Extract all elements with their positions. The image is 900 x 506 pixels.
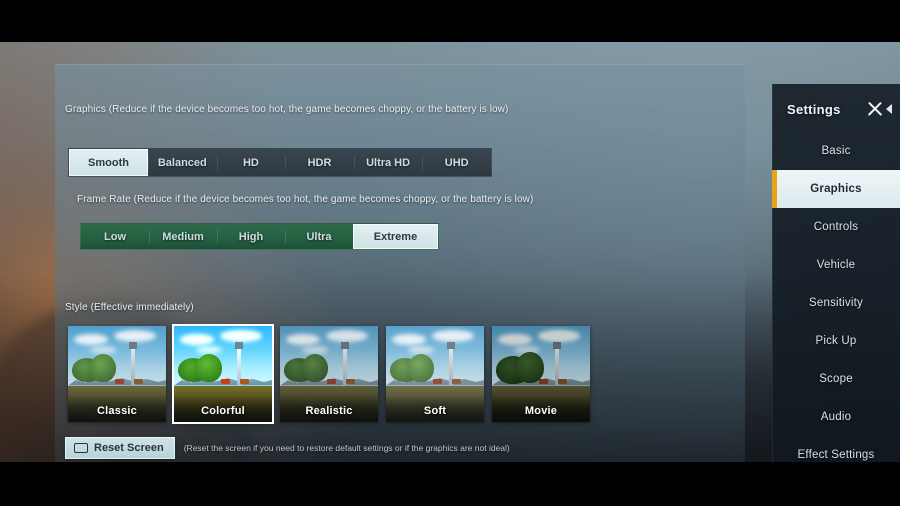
settings-panel: Graphics (Reduce if the device becomes t… [55, 64, 745, 462]
sidebar-item-label: Vehicle [816, 259, 856, 271]
sidebar-item-label: Basic [821, 145, 851, 157]
sidebar-item-pick-up[interactable]: Pick Up [772, 322, 900, 360]
settings-sidebar: Settings Basic Graphics Controls Vehicle… [772, 84, 900, 462]
sidebar-item-label: Effect Settings [797, 449, 875, 461]
frame-rate-option-low[interactable]: Low [81, 224, 149, 249]
graphics-section-label: Graphics (Reduce if the device becomes t… [65, 104, 509, 115]
close-x-icon [867, 101, 884, 118]
reset-screen-button-label: Reset Screen [94, 442, 164, 454]
sidebar-item-label: Audio [820, 411, 852, 423]
graphics-option-balanced[interactable]: Balanced [148, 149, 217, 176]
sidebar-item-vehicle[interactable]: Vehicle [772, 246, 900, 284]
style-thumbnail-movie[interactable]: Movie [492, 326, 590, 422]
style-section: Style (Effective immediately) [65, 302, 194, 313]
selection-corner-icon [174, 326, 181, 333]
graphics-option-smooth[interactable]: Smooth [69, 149, 148, 176]
style-thumbnail-label: Classic [68, 396, 166, 422]
sidebar-item-graphics[interactable]: Graphics [772, 170, 900, 208]
screenshot-root: Graphics (Reduce if the device becomes t… [0, 0, 900, 506]
style-thumbnail-realistic[interactable]: Realistic [280, 326, 378, 422]
letterbox-bottom [0, 462, 900, 506]
graphics-option-ultra-hd[interactable]: Ultra HD [353, 149, 423, 176]
sidebar-item-effect-settings[interactable]: Effect Settings [772, 436, 900, 462]
style-thumbnail-colorful[interactable]: Colorful [174, 326, 272, 422]
sidebar-header: Settings [772, 92, 900, 126]
graphics-option-hd[interactable]: HD [216, 149, 286, 176]
selection-corner-icon [174, 415, 181, 422]
triangle-right-icon [885, 104, 892, 114]
style-thumbnail-list: Classic Colorful Realistic Soft Movie [68, 326, 590, 422]
selection-corner-icon [265, 415, 272, 422]
frame-rate-option-medium[interactable]: Medium [149, 224, 217, 249]
sidebar-item-label: Graphics [810, 183, 862, 195]
frame-rate-section: Frame Rate (Reduce if the device becomes… [77, 194, 533, 205]
style-thumbnail-classic[interactable]: Classic [68, 326, 166, 422]
sidebar-item-basic[interactable]: Basic [772, 132, 900, 170]
reset-screen-button[interactable]: Reset Screen [65, 437, 175, 459]
frame-rate-segmented-control[interactable]: Low Medium High Ultra Extreme [80, 223, 439, 250]
selection-corner-icon [265, 326, 272, 333]
frame-rate-option-ultra[interactable]: Ultra [285, 224, 353, 249]
sidebar-menu: Basic Graphics Controls Vehicle Sensitiv… [772, 132, 900, 462]
graphics-quality-segmented-control[interactable]: Smooth Balanced HD HDR Ultra HD UHD [68, 148, 492, 177]
reset-screen-row: Reset Screen (Reset the screen if you ne… [65, 437, 510, 459]
monitor-icon [74, 443, 88, 453]
style-thumbnail-soft[interactable]: Soft [386, 326, 484, 422]
style-thumbnail-label: Colorful [174, 396, 272, 422]
reset-screen-hint: (Reset the screen if you need to restore… [183, 443, 510, 453]
style-section-label: Style (Effective immediately) [65, 302, 194, 313]
graphics-option-hdr[interactable]: HDR [285, 149, 354, 176]
graphics-option-uhd[interactable]: UHD [422, 149, 491, 176]
style-thumbnail-label: Movie [492, 396, 590, 422]
sidebar-item-audio[interactable]: Audio [772, 398, 900, 436]
frame-rate-section-label: Frame Rate (Reduce if the device becomes… [77, 194, 534, 205]
frame-rate-option-high[interactable]: High [217, 224, 285, 249]
graphics-section: Graphics (Reduce if the device becomes t… [65, 104, 508, 115]
sidebar-item-controls[interactable]: Controls [772, 208, 900, 246]
sidebar-item-sensitivity[interactable]: Sensitivity [772, 284, 900, 322]
style-thumbnail-label: Realistic [280, 396, 378, 422]
close-settings-button[interactable] [867, 101, 892, 118]
letterbox-top [0, 0, 900, 42]
sidebar-item-label: Pick Up [815, 335, 857, 347]
sidebar-item-label: Controls [813, 221, 859, 233]
sidebar-title: Settings [787, 101, 841, 117]
sidebar-item-scope[interactable]: Scope [772, 360, 900, 398]
frame-rate-option-extreme[interactable]: Extreme [353, 224, 438, 249]
style-thumbnail-label: Soft [386, 396, 484, 422]
game-viewport: Graphics (Reduce if the device becomes t… [0, 42, 900, 462]
sidebar-item-label: Sensitivity [809, 297, 863, 309]
sidebar-item-label: Scope [819, 373, 853, 385]
